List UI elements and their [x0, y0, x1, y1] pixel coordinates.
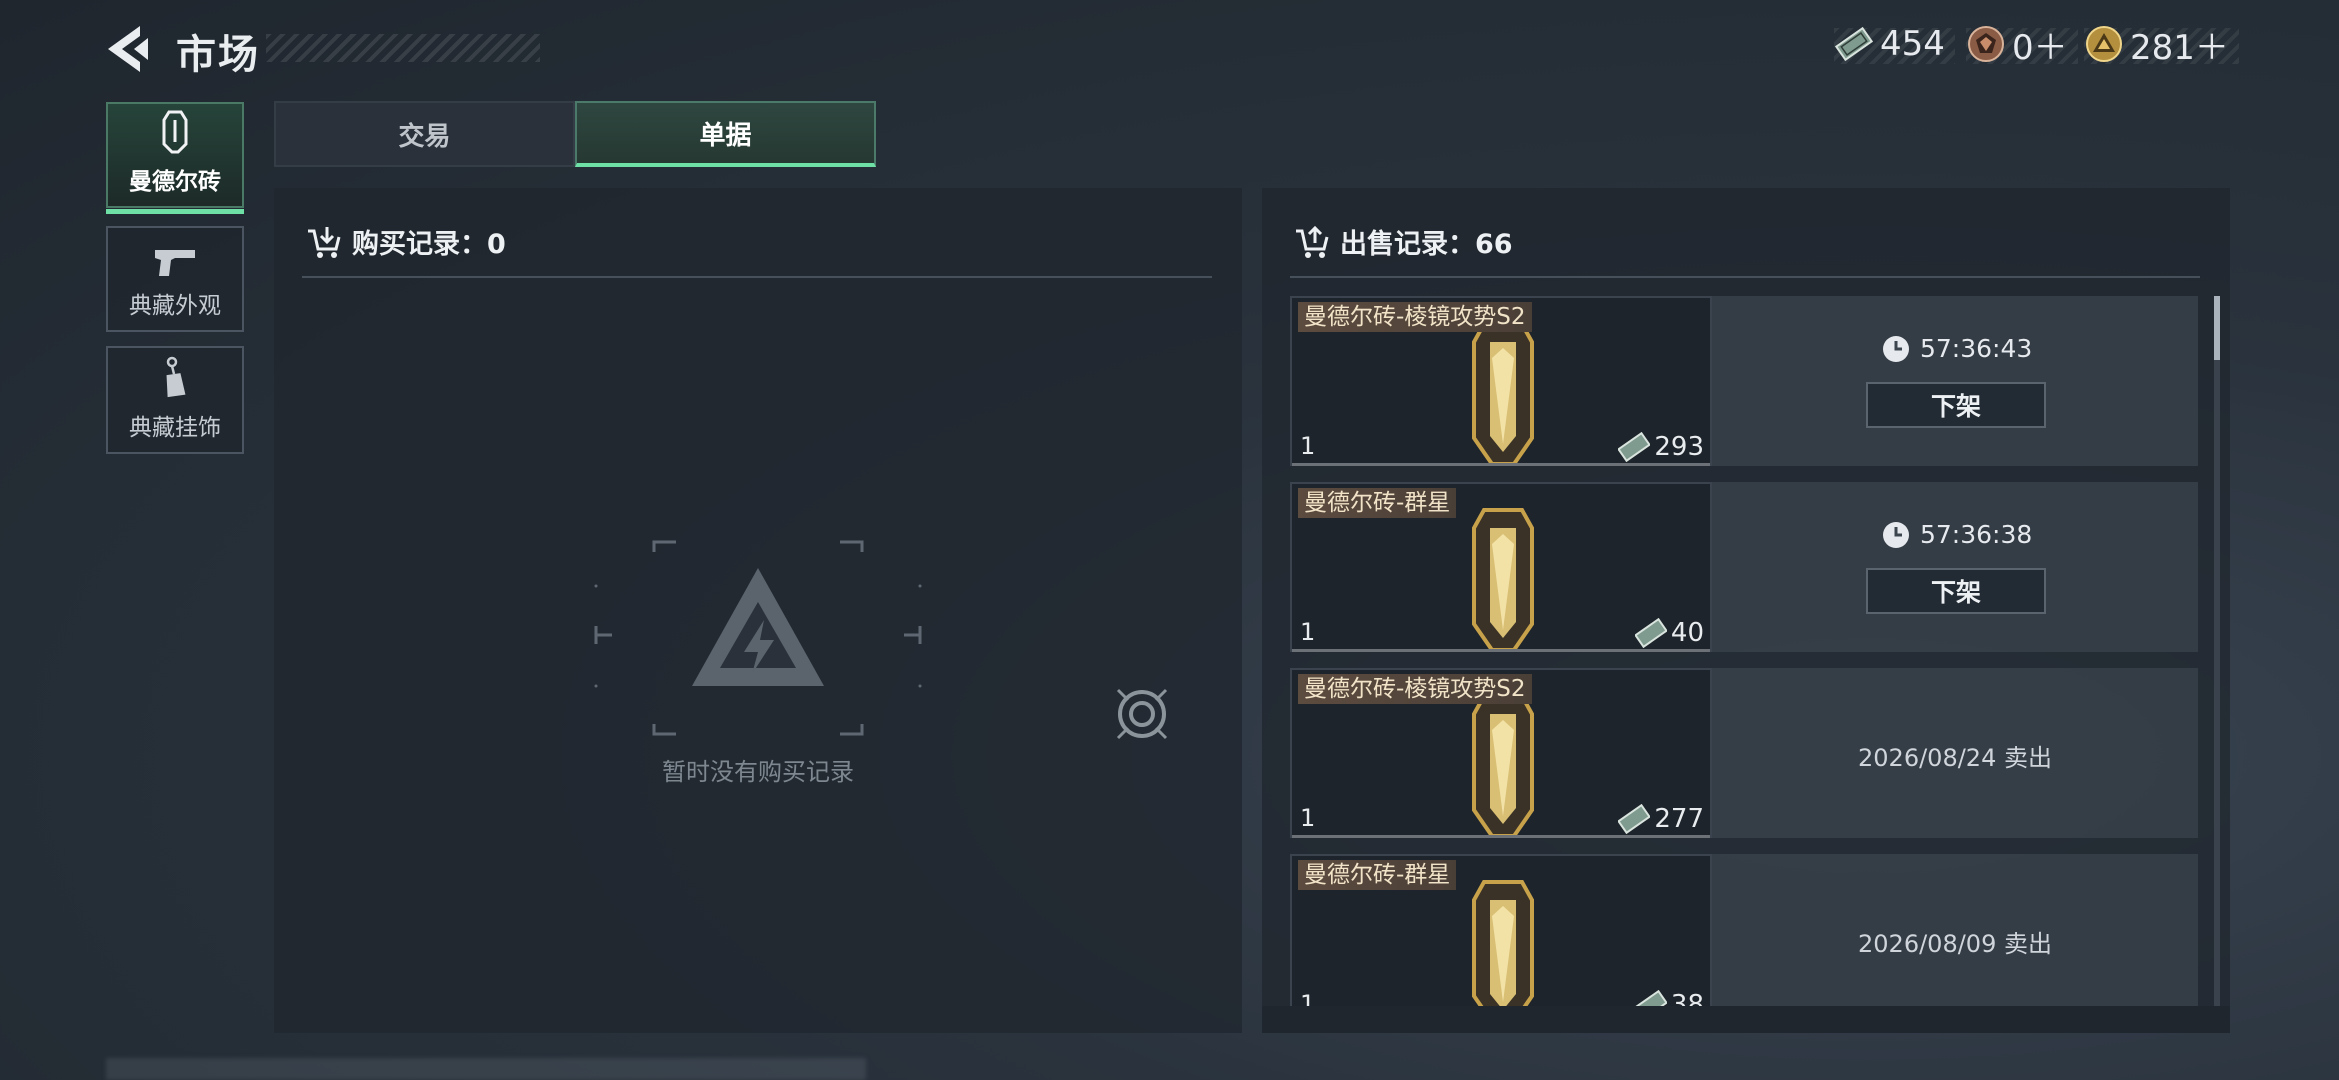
mandel-brick-item-icon — [1472, 322, 1534, 466]
tab-orders[interactable]: 单据 — [575, 101, 876, 167]
purchase-count: 购买记录：0 — [352, 229, 506, 260]
clock-icon — [1883, 521, 1909, 548]
timer-value: 57:36:38 — [1920, 520, 2033, 549]
sold-date: 2026/08/24 卖出 — [1858, 744, 2052, 772]
mandel-brick-item-icon — [1472, 880, 1534, 1024]
timer-value: 57:36:43 — [1920, 334, 2033, 363]
mandel-brick-icon — [162, 110, 188, 154]
record-status-area: 2026/08/24 卖出 — [1712, 668, 2198, 838]
price-value: 40 — [1670, 618, 1704, 648]
empty-logo-icon — [594, 540, 922, 736]
empty-state-text: 暂时没有购买记录 — [662, 758, 854, 786]
item-thumbnail: 曼德尔砖-群星 1 38 — [1290, 854, 1712, 1024]
target-icon[interactable] — [1112, 684, 1172, 744]
cart-upload-icon — [1296, 225, 1329, 258]
pistol-icon — [155, 250, 195, 276]
list-item[interactable]: 曼德尔砖-棱镜攻势S2 1 277 2026/08/24 卖出 — [1290, 668, 2198, 838]
title-decoration — [266, 34, 540, 62]
listing-timer: 57:36:43 — [1882, 334, 2032, 363]
gold-coin-icon — [2086, 26, 2122, 62]
delist-button[interactable]: 下架 — [1866, 382, 2046, 428]
mandel-brick-item-icon — [1472, 694, 1534, 838]
purchase-divider — [302, 276, 1212, 278]
item-quantity: 1 — [1300, 804, 1316, 832]
sales-count: 出售记录：66 — [1340, 229, 1513, 260]
item-price: 40 — [1634, 618, 1704, 648]
listing-timer: 57:36:38 — [1882, 520, 2032, 549]
cart-download-icon — [308, 226, 341, 258]
cash-balance: 454 — [1834, 22, 1955, 66]
tab-bar: 交易 单据 — [274, 101, 876, 167]
bronze-coin-icon — [1968, 26, 2004, 62]
cash-icon — [1618, 432, 1651, 462]
sidebar-item-label: 曼德尔砖 — [129, 169, 221, 195]
sales-divider — [1290, 276, 2200, 278]
item-thumbnail: 曼德尔砖-棱镜攻势S2 1 277 — [1290, 668, 1712, 838]
price-value: 277 — [1654, 804, 1704, 834]
price-value: 293 — [1654, 432, 1704, 462]
list-clip-mask — [1262, 1006, 2230, 1033]
item-price: 293 — [1618, 432, 1704, 462]
back-arrow-icon[interactable] — [104, 24, 150, 74]
gold-value[interactable]: 281＋ — [2130, 20, 2229, 69]
item-name-tag: 曼德尔砖-棱镜攻势S2 — [1298, 302, 1532, 332]
list-item[interactable]: 曼德尔砖-棱镜攻势S2 1 293 57:36:43 下架 — [1290, 296, 2198, 466]
record-status-area: 2026/08/09 卖出 — [1712, 854, 2198, 1024]
sidebar-item-collection-skins[interactable]: 典藏外观 — [106, 226, 244, 332]
record-status-area: 57:36:43 下架 — [1712, 296, 2198, 466]
record-status-area: 57:36:38 下架 — [1712, 482, 2198, 652]
list-item[interactable]: 曼德尔砖-群星 1 38 2026/08/09 卖出 — [1290, 854, 2198, 1024]
purchase-header: 购买记录：0 — [306, 222, 506, 261]
item-name-tag: 曼德尔砖-群星 — [1298, 488, 1457, 518]
sold-date: 2026/08/09 卖出 — [1858, 930, 2052, 958]
item-name-tag: 曼德尔砖-棱镜攻势S2 — [1298, 674, 1532, 704]
cash-icon — [1834, 26, 1874, 62]
sales-header: 出售记录：66 — [1294, 222, 1513, 261]
cash-icon — [1618, 804, 1651, 834]
item-name-tag: 曼德尔砖-群星 — [1298, 860, 1457, 890]
blurred-footer — [106, 1058, 866, 1080]
gold-balance: 281＋ — [2084, 20, 2239, 69]
cash-icon — [1634, 618, 1667, 648]
charm-icon — [166, 356, 186, 398]
scrollbar-thumb[interactable] — [2214, 296, 2220, 360]
sidebar-item-collection-charms[interactable]: 典藏挂饰 — [106, 346, 244, 454]
sidebar-item-label: 典藏挂饰 — [129, 415, 221, 441]
sidebar-item-mandel-brick[interactable]: 曼德尔砖 — [106, 102, 244, 214]
clock-icon — [1883, 335, 1909, 362]
sidebar-item-label: 典藏外观 — [129, 293, 221, 319]
mandel-brick-item-icon — [1472, 508, 1534, 652]
tab-trade[interactable]: 交易 — [274, 101, 575, 167]
scrollbar-track[interactable] — [2214, 296, 2220, 1006]
cash-value: 454 — [1880, 24, 1945, 64]
item-quantity: 1 — [1300, 618, 1316, 646]
bronze-value[interactable]: 0＋ — [2012, 20, 2068, 69]
item-thumbnail: 曼德尔砖-棱镜攻势S2 1 293 — [1290, 296, 1712, 466]
bronze-balance: 0＋ — [1966, 20, 2078, 69]
item-thumbnail: 曼德尔砖-群星 1 40 — [1290, 482, 1712, 652]
delist-button[interactable]: 下架 — [1866, 568, 2046, 614]
list-item[interactable]: 曼德尔砖-群星 1 40 57:36:38 下架 — [1290, 482, 2198, 652]
page-title: 市场 — [176, 32, 260, 78]
item-quantity: 1 — [1300, 432, 1316, 460]
item-price: 277 — [1618, 804, 1704, 834]
